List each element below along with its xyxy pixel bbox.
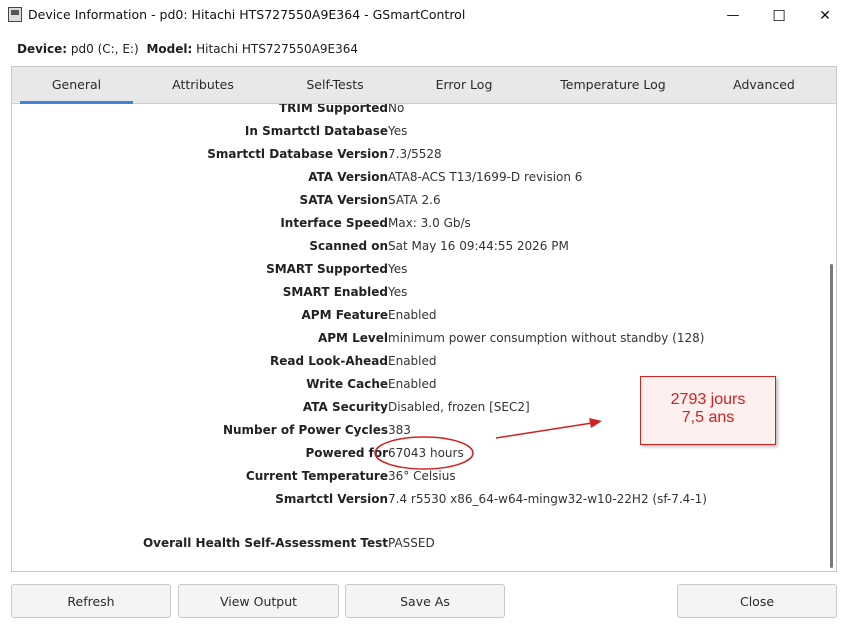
annotation-line-1: 2793 jours [670, 391, 746, 408]
highlight-ellipse [374, 436, 474, 470]
annotation-arrow [495, 422, 593, 439]
arrow-head-icon [589, 418, 602, 428]
annotation-line-2: 7,5 ans [681, 409, 735, 426]
annotation-note: 2793 jours 7,5 ans [640, 376, 776, 445]
annotation-overlay [374, 418, 602, 470]
